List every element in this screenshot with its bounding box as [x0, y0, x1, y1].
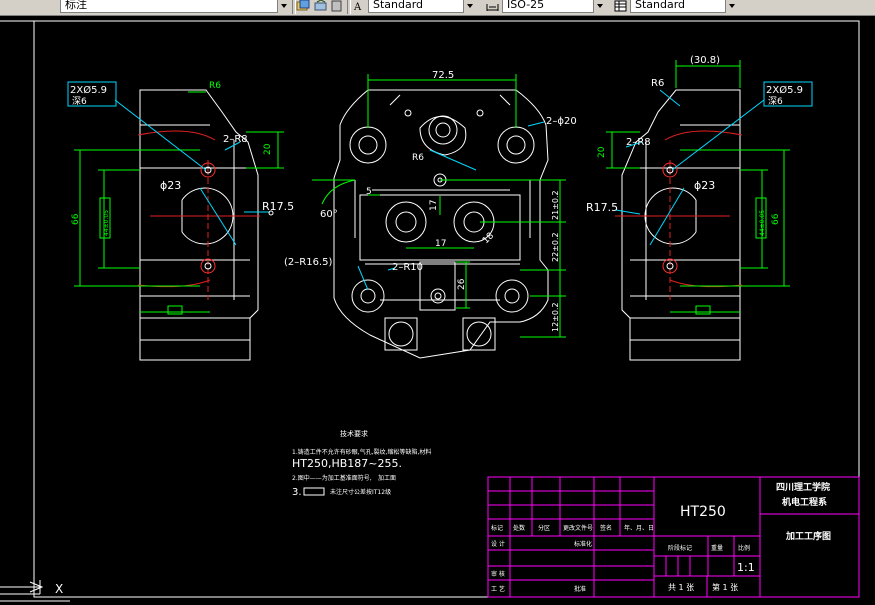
notes-line-3: 3. — [292, 487, 302, 498]
text-style-dropdown-arrow[interactable] — [463, 0, 476, 13]
title-block: HT250 四川理工学院 机电工程系 加工工序图 标记 处数 分区 更改文件号 … — [487, 476, 860, 598]
right-hole-depth: 深6 — [768, 96, 783, 107]
front-dim-18: 18 — [481, 231, 496, 246]
tb-h-count: 处数 — [513, 524, 525, 532]
right-dim-20: 20 — [597, 146, 607, 158]
front-dim-17: 17 — [435, 239, 446, 249]
layer-states-icon[interactable] — [296, 0, 310, 12]
properties-toolbar: 标注 A Standard ISO-25 Standard — [0, 0, 875, 16]
notes-line-3b: 未注尺寸公差按IT12级 — [330, 488, 391, 496]
front-r6-label: R6 — [412, 153, 424, 163]
notes-line-2b: 加工面 — [378, 474, 396, 482]
front-view: 72.5 2–ϕ20 R6 60° 5 17 17 18 26 (2–R16.5… — [284, 70, 577, 359]
front-dim-5: 5 — [366, 187, 372, 197]
title-material: HT250 — [680, 504, 726, 520]
front-r10-label: 2–R10 — [392, 262, 423, 273]
tb-h-sign: 签名 — [600, 524, 612, 532]
right-hole-callout: 2XØ5.9 — [766, 84, 803, 96]
right-dim-44: 44±0.05 — [759, 210, 766, 236]
left-dim-44: 44±0.05 — [103, 210, 110, 236]
notes-line-2: 2.图中——为加工基准面符号, — [292, 474, 372, 482]
right-dia23-label: ϕ23 — [694, 179, 715, 192]
right-view: (30.8) R6 2XØ5.9 深6 2–R8 ϕ23 R17.5 20 66… — [586, 55, 813, 361]
left-r8-label: 2–R8 — [223, 134, 248, 145]
drawing-canvas[interactable]: 2XØ5.9 深6 R6 2–R8 ϕ23 R17.5 20 66 44±0.0… — [0, 16, 875, 605]
right-r6-label: R6 — [651, 78, 664, 89]
right-r8-label: 2–R8 — [626, 137, 651, 148]
title-school-2: 机电工程系 — [782, 496, 827, 508]
front-r16-5-label: (2–R16.5) — [284, 257, 332, 268]
table-style-icon[interactable] — [614, 0, 628, 12]
front-dia20-label: 2–ϕ20 — [546, 116, 577, 127]
table-style-dropdown-arrow[interactable] — [725, 0, 738, 13]
notes-title: 技术要求 — [340, 429, 368, 438]
left-dim-20: 20 — [263, 143, 273, 155]
right-dim-30-8: (30.8) — [690, 55, 720, 66]
tb-sheet-total: 共 1 张 — [668, 583, 694, 592]
notes-line-1b: HT250,HB187~255. — [292, 457, 402, 470]
front-dim-17-vert: 17 — [429, 200, 439, 211]
left-view: 2XØ5.9 深6 R6 2–R8 ϕ23 R17.5 20 66 44±0.0… — [67, 81, 294, 361]
tb-h-mark: 标记 — [491, 524, 503, 532]
dim-style-dropdown[interactable]: ISO-25 — [502, 0, 606, 13]
ucs-x-label: X — [55, 582, 63, 596]
dim-style-dropdown-arrow[interactable] — [593, 0, 606, 13]
drawing-frame — [0, 20, 860, 598]
left-dim-66: 66 — [71, 213, 81, 225]
right-r175-label: R17.5 — [586, 201, 618, 214]
tb-approve: 批准 — [574, 585, 586, 593]
tb-scale-value: 1:1 — [737, 561, 755, 574]
text-style-icon[interactable]: A — [352, 0, 366, 12]
front-dim-22: 22±0.2 — [551, 232, 560, 262]
left-dia23-label: ϕ23 — [160, 179, 181, 192]
notes-line-1: 1.铸造工件不允许有砂眼,气孔,裂纹,缩松等缺陷,材料 — [292, 448, 431, 456]
tb-process: 工 艺 — [491, 585, 505, 593]
left-r175-label: R17.5 — [262, 200, 294, 213]
tb-h-zone: 分区 — [538, 524, 550, 532]
right-dim-66: 66 — [771, 213, 781, 225]
front-dim-21: 21±0.2 — [551, 190, 560, 220]
left-hole-depth: 深6 — [72, 96, 87, 107]
tb-scale: 比例 — [738, 544, 750, 552]
front-angle-label: 60° — [320, 209, 338, 220]
layer-dropdown[interactable]: 标注 — [60, 0, 290, 13]
table-style-dropdown[interactable]: Standard — [630, 0, 738, 13]
front-dim-72-5: 72.5 — [432, 70, 454, 81]
tb-h-change: 更改文件号 — [563, 524, 593, 532]
tb-stage: 阶段标记 — [668, 544, 692, 552]
tb-sheet-no: 第 1 张 — [712, 582, 738, 592]
title-drawing-name: 加工工序图 — [785, 530, 831, 542]
front-dim-12: 12±0.2 — [551, 302, 560, 332]
technical-notes: 技术要求 1.铸造工件不允许有砂眼,气孔,裂纹,缩松等缺陷,材料 HT250,H… — [292, 429, 431, 498]
left-hole-callout: 2XØ5.9 — [70, 84, 107, 96]
text-style-dropdown[interactable]: Standard — [368, 0, 476, 13]
dim-style-icon[interactable] — [486, 0, 500, 12]
layer-dropdown-arrow[interactable] — [277, 0, 290, 13]
tb-h-date: 年、月、日 — [624, 524, 654, 532]
tb-std: 标准化 — [574, 540, 592, 548]
tb-design: 设 计 — [491, 540, 505, 548]
left-r6-label: R6 — [209, 81, 221, 91]
front-dim-26: 26 — [457, 278, 467, 290]
tb-weight: 重量 — [711, 544, 723, 552]
title-school-1: 四川理工学院 — [776, 481, 830, 493]
svg-text:A: A — [353, 2, 362, 12]
layer-iso-icon[interactable] — [330, 0, 344, 12]
tb-check: 审 核 — [491, 570, 505, 578]
toolbar-separator — [347, 0, 351, 14]
layer-previous-icon[interactable] — [314, 0, 328, 12]
